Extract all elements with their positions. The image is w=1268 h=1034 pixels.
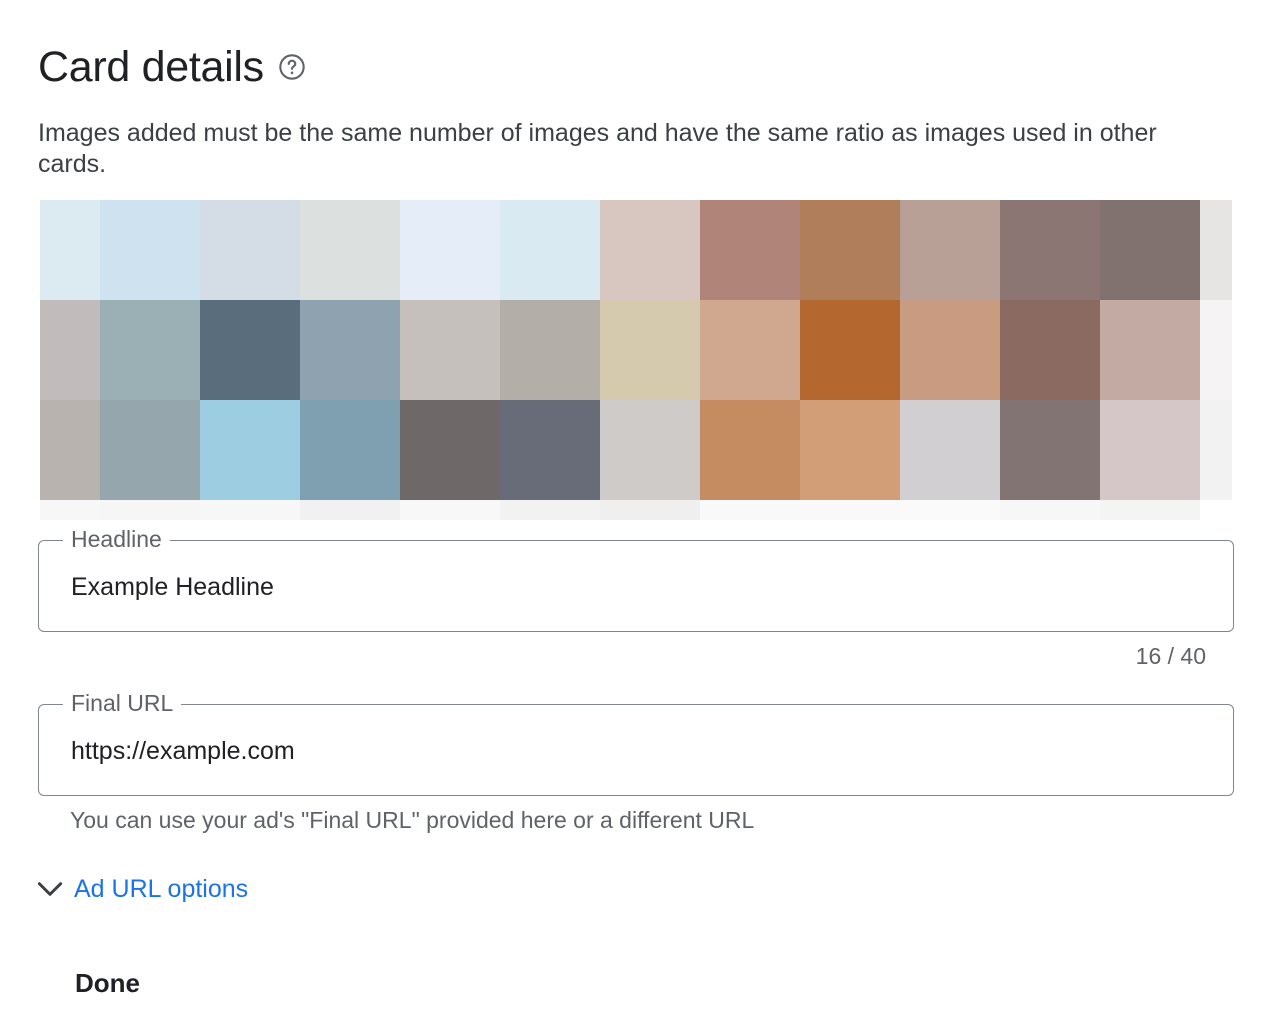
mosaic-tile — [100, 400, 200, 500]
mosaic-tile — [40, 400, 100, 500]
final-url-input[interactable]: https://example.com — [71, 735, 295, 767]
mosaic-tile — [40, 200, 100, 300]
mosaic-tile — [40, 300, 100, 400]
mosaic-tile — [1100, 500, 1200, 520]
mosaic-tile — [300, 200, 400, 300]
mosaic-tile — [300, 500, 400, 520]
mosaic-tile — [300, 400, 400, 500]
mosaic-tile — [100, 500, 200, 520]
mosaic-tile — [900, 200, 1000, 300]
mosaic-tile — [1000, 200, 1100, 300]
mosaic-tile — [500, 300, 600, 400]
final-url-hint: You can use your ad's "Final URL" provid… — [70, 807, 755, 833]
mosaic-tile — [800, 200, 900, 300]
mosaic-tile — [900, 500, 1000, 520]
mosaic-tile — [700, 300, 800, 400]
mosaic-tile — [1200, 300, 1232, 400]
image-preview[interactable] — [40, 200, 1232, 520]
mosaic-tile — [900, 300, 1000, 400]
mosaic-tile — [1000, 500, 1100, 520]
mosaic-tile — [1100, 300, 1200, 400]
ad-url-options-toggle[interactable]: Ad URL options — [34, 873, 248, 905]
mosaic-tile — [1100, 200, 1200, 300]
mosaic-tile — [800, 300, 900, 400]
mosaic-tile — [100, 200, 200, 300]
final-url-label: Final URL — [63, 688, 182, 718]
done-button[interactable]: Done — [75, 968, 140, 999]
mosaic-tile — [1000, 400, 1100, 500]
mosaic-tile — [700, 200, 800, 300]
mosaic-tile — [400, 300, 500, 400]
card-details-header: Card details — [38, 40, 306, 94]
mosaic-tile — [400, 200, 500, 300]
mosaic-tile — [1000, 300, 1100, 400]
mosaic-tile — [400, 400, 500, 500]
mosaic-tile — [200, 500, 300, 520]
mosaic-tile — [700, 500, 800, 520]
headline-char-counter: 16 / 40 — [1135, 643, 1206, 669]
headline-field[interactable]: Headline Example Headline — [38, 524, 1234, 632]
headline-label: Headline — [63, 524, 170, 554]
mosaic-tile — [400, 500, 500, 520]
headline-input[interactable]: Example Headline — [71, 571, 274, 603]
mosaic-tile — [500, 400, 600, 500]
mosaic-tile — [800, 500, 900, 520]
mosaic-tile — [200, 400, 300, 500]
mosaic-tile — [200, 200, 300, 300]
mosaic-tile — [100, 300, 200, 400]
final-url-field[interactable]: Final URL https://example.com — [38, 688, 1234, 796]
mosaic-tile — [900, 400, 1000, 500]
chevron-down-icon[interactable] — [34, 873, 66, 905]
mosaic-tile — [300, 300, 400, 400]
mosaic-tile — [1100, 400, 1200, 500]
mosaic-tile — [600, 400, 700, 500]
mosaic-tile — [40, 500, 100, 520]
page-title: Card details — [38, 43, 264, 91]
mosaic-tile — [1200, 400, 1232, 500]
mosaic-tile — [600, 300, 700, 400]
mosaic-tile — [500, 500, 600, 520]
mosaic-tile — [200, 300, 300, 400]
help-circle-icon[interactable] — [278, 53, 306, 81]
mosaic-tile — [1200, 200, 1232, 300]
pixelated-image-thumbnail — [40, 200, 1232, 520]
ad-url-options-label[interactable]: Ad URL options — [74, 875, 248, 904]
mosaic-tile — [500, 200, 600, 300]
card-details-description: Images added must be the same number of … — [38, 119, 1157, 178]
mosaic-tile — [700, 400, 800, 500]
mosaic-tile — [800, 400, 900, 500]
mosaic-tile — [600, 200, 700, 300]
mosaic-tile — [1200, 500, 1232, 520]
mosaic-tile — [600, 500, 700, 520]
